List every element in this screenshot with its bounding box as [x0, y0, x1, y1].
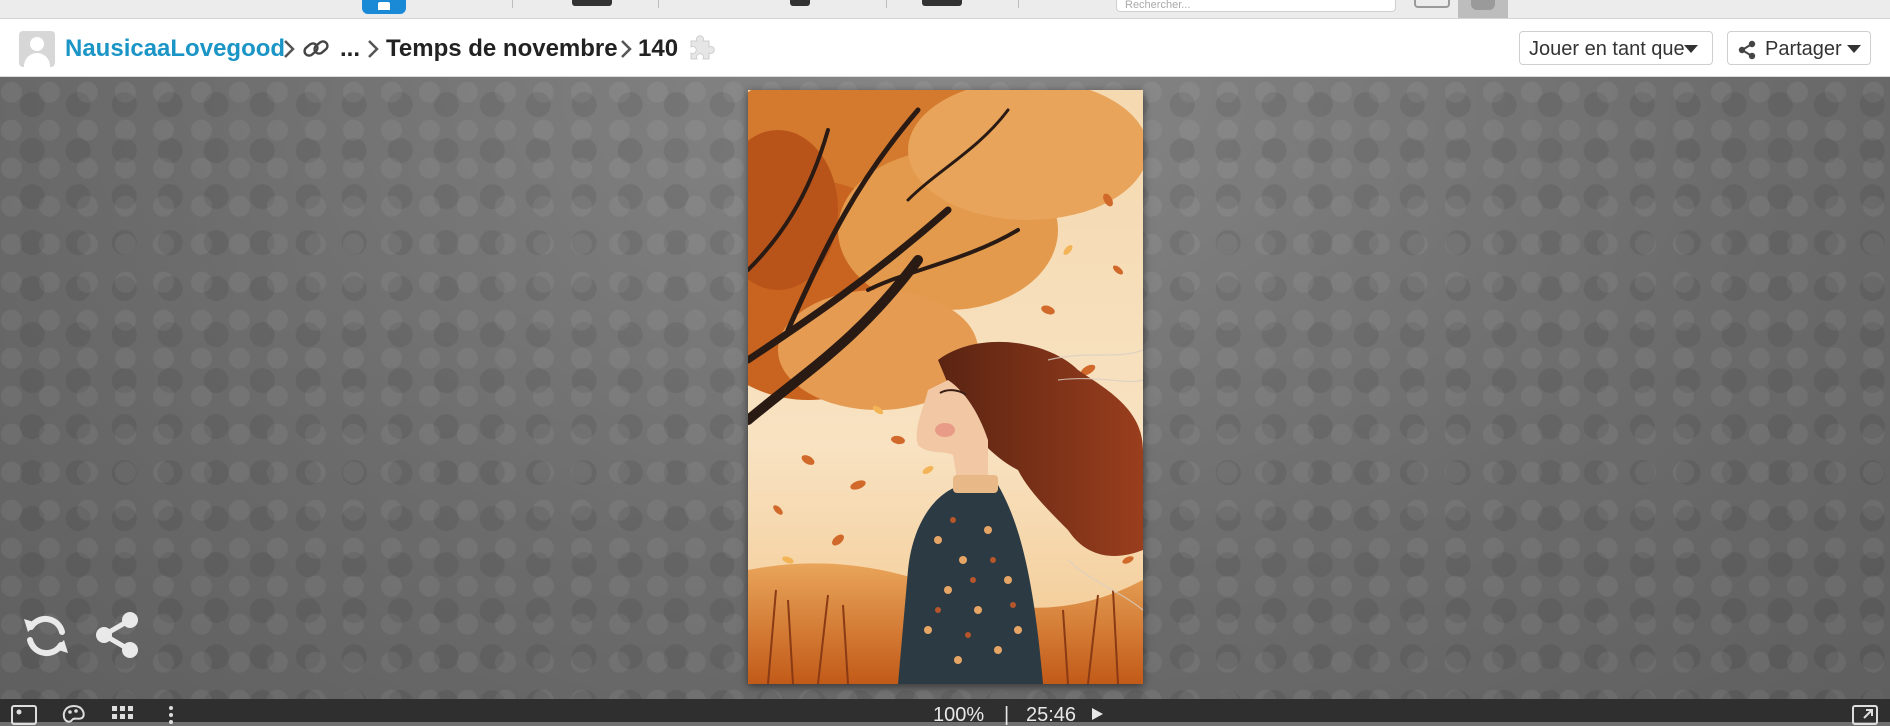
- nav-divider: [1018, 0, 1019, 8]
- avatar-head: [30, 37, 44, 51]
- caret-down-icon: [1847, 45, 1861, 53]
- nav-item-2[interactable]: [790, 0, 810, 6]
- share-icon: [1738, 40, 1756, 59]
- play-icon[interactable]: [1090, 707, 1104, 721]
- play-as-label: Jouer en tant que: [1529, 38, 1685, 60]
- nav-divider: [512, 0, 513, 8]
- search-input[interactable]: Rechercher...: [1116, 0, 1396, 12]
- breadcrumb-album[interactable]: Temps de novembre: [386, 35, 618, 63]
- puzzle-piece-icon: [690, 35, 715, 60]
- site-logo[interactable]: [362, 0, 406, 14]
- chevron-right-icon: [368, 40, 379, 58]
- caret-down-icon: [1684, 45, 1698, 53]
- share-label: Partager: [1765, 38, 1842, 60]
- nav-item-3[interactable]: [922, 0, 962, 6]
- play-as-dropdown[interactable]: Jouer en tant que: [1519, 31, 1713, 65]
- top-navigation: Rechercher...: [0, 0, 1890, 19]
- puzzle-image[interactable]: [748, 90, 1143, 684]
- chevron-right-icon: [621, 40, 632, 58]
- piece-count: 140: [638, 35, 679, 62]
- link-icon[interactable]: [302, 36, 332, 62]
- nav-divider: [658, 0, 659, 8]
- avatar-body: [24, 53, 50, 67]
- breadcrumb-bar: NausicaaLovegood ... Temps de novembre 1…: [0, 19, 1890, 77]
- zoom-level: 100%: [933, 704, 985, 726]
- autumn-illustration: [748, 90, 1143, 684]
- breadcrumb-user-link[interactable]: NausicaaLovegood: [65, 35, 285, 63]
- timer: 25:46: [1026, 704, 1077, 726]
- nav-item-1[interactable]: [572, 0, 612, 6]
- nav-divider: [886, 0, 887, 8]
- refresh-icon[interactable]: [20, 610, 72, 662]
- status-bar: 100% | 25:46: [0, 699, 1890, 726]
- account-avatar[interactable]: [1458, 0, 1508, 18]
- breadcrumb-ellipsis[interactable]: ...: [340, 35, 360, 63]
- share-dropdown[interactable]: Partager: [1727, 31, 1871, 65]
- chevron-right-icon: [284, 40, 295, 58]
- share-icon[interactable]: [92, 610, 142, 660]
- user-avatar[interactable]: [19, 31, 55, 67]
- mailbox-icon[interactable]: [1414, 0, 1450, 8]
- status-separator: |: [1004, 704, 1010, 726]
